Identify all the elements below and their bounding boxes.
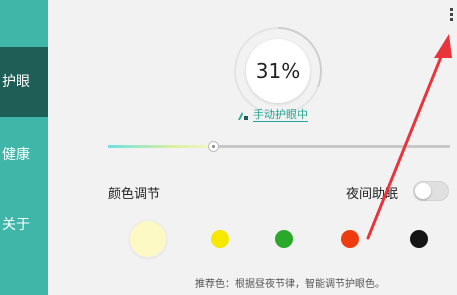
sidebar-item-label: 护眼 (2, 74, 30, 90)
more-vertical-icon[interactable] (446, 6, 456, 24)
night-mode-toggle[interactable] (413, 181, 449, 201)
manual-mode-link[interactable]: 手动护眼中 (253, 108, 308, 122)
recommendation-text: 推荐色：根据昼夜节律，智能调节护眼色。 (195, 279, 385, 290)
arrow-head-icon (434, 34, 452, 58)
sidebar-item-eye-care[interactable]: 护眼 (0, 47, 48, 117)
sidebar: 护眼 健康 关于 (0, 0, 48, 295)
color-swatch-yellow[interactable] (211, 230, 229, 248)
eye-care-percent: 31% (255, 59, 301, 83)
eye-care-slider[interactable] (108, 140, 450, 154)
sidebar-item-label: 健康 (2, 147, 30, 163)
color-adjust-label: 颜色调节 (108, 187, 161, 202)
eye-care-app: 护眼 健康 关于 31% 手动护眼中 颜色调节 夜间助眠 推荐色：根据昼夜节律，… (0, 0, 457, 295)
slider-fill (108, 145, 214, 148)
sidebar-item-label: 关于 (2, 217, 30, 233)
sidebar-item-health[interactable]: 健康 (0, 120, 48, 190)
color-swatch-green[interactable] (275, 230, 293, 248)
mode-status: 手动护眼中 (236, 107, 308, 123)
color-swatch-orange[interactable] (341, 230, 359, 248)
sidebar-item-about[interactable]: 关于 (0, 190, 48, 260)
toggle-knob (415, 183, 431, 199)
slider-thumb[interactable] (208, 141, 219, 152)
night-mode-label: 夜间助眠 (346, 187, 399, 202)
color-swatch-light-yellow[interactable] (130, 221, 166, 257)
color-swatch-black[interactable] (410, 230, 428, 248)
eye-care-progress-ring: 31% (232, 25, 324, 117)
manual-mode-icon (238, 112, 248, 120)
